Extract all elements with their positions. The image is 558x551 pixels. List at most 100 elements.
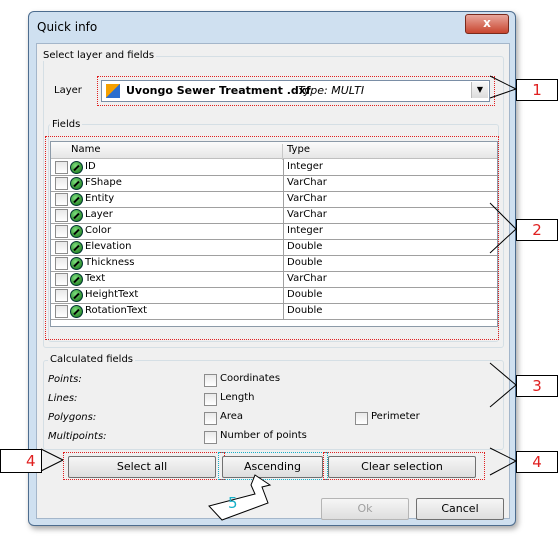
table-row[interactable]: Text VarChar — [51, 271, 497, 288]
field-icon — [70, 161, 83, 174]
field-type: Double — [287, 241, 323, 252]
field-icon — [70, 225, 83, 238]
window-title: Quick info — [37, 20, 98, 34]
close-button[interactable]: x — [465, 14, 509, 34]
column-header-type: Type — [287, 144, 310, 155]
field-icon — [70, 209, 83, 222]
layer-label: Layer — [54, 85, 82, 96]
field-icon — [70, 289, 83, 302]
dialog-client: Select layer and fields Layer Uvongo Sew… — [36, 43, 510, 520]
column-separator — [283, 287, 284, 303]
field-name: FShape — [85, 177, 122, 188]
field-icon — [70, 193, 83, 206]
field-type: VarChar — [287, 273, 327, 284]
column-separator — [283, 271, 284, 287]
column-separator — [283, 303, 284, 319]
column-header-name: Name — [71, 144, 101, 155]
row-checkbox[interactable] — [55, 209, 68, 222]
table-row[interactable]: ID Integer — [51, 159, 497, 176]
row-checkbox[interactable] — [55, 177, 68, 190]
fields-label: Fields — [50, 119, 83, 130]
cancel-button[interactable]: Cancel — [416, 498, 504, 520]
coordinates-label: Coordinates — [220, 373, 281, 384]
field-type: Integer — [287, 161, 323, 172]
field-type: Integer — [287, 225, 323, 236]
dxf-file-icon — [106, 84, 120, 98]
callout-2: 2 — [516, 219, 558, 241]
length-label: Length — [220, 392, 255, 403]
perimeter-label: Perimeter — [371, 411, 420, 422]
field-name: Layer — [85, 209, 113, 220]
callout-1: 1 — [516, 79, 558, 101]
callout-4-right: 4 — [516, 451, 558, 473]
table-row[interactable]: Layer VarChar — [51, 207, 497, 224]
table-row[interactable]: FShape VarChar — [51, 175, 497, 192]
field-icon — [70, 257, 83, 270]
table-row[interactable]: RotationText Double — [51, 303, 497, 320]
chevron-down-icon[interactable]: ▼ — [471, 82, 488, 98]
column-separator — [283, 207, 284, 223]
row-checkbox[interactable] — [55, 161, 68, 174]
field-name: Text — [85, 273, 106, 284]
column-separator — [283, 191, 284, 207]
field-type: VarChar — [287, 177, 327, 188]
coordinates-checkbox[interactable] — [204, 374, 217, 387]
field-type: Double — [287, 257, 323, 268]
row-checkbox[interactable] — [55, 241, 68, 254]
field-name: Entity — [85, 193, 115, 204]
select-all-button[interactable]: Select all — [68, 456, 216, 478]
field-type: Double — [287, 305, 323, 316]
row-checkbox[interactable] — [55, 289, 68, 302]
select-layer-group-label: Select layer and fields — [41, 50, 157, 61]
points-label: Points: — [48, 374, 82, 385]
column-separator — [283, 223, 284, 239]
callout-5: 5 — [228, 494, 238, 512]
length-checkbox[interactable] — [204, 393, 217, 406]
quick-info-window: Quick info x Select layer and fields Lay… — [28, 11, 516, 526]
table-row[interactable]: Color Integer — [51, 223, 497, 240]
field-icon — [70, 305, 83, 318]
calculated-fields-label: Calculated fields — [48, 354, 136, 365]
callout-3: 3 — [516, 375, 558, 397]
callout-4-left: 4 — [0, 449, 42, 473]
area-label: Area — [220, 411, 244, 422]
row-checkbox[interactable] — [55, 257, 68, 270]
field-icon — [70, 241, 83, 254]
header-separator — [282, 144, 283, 160]
grid-header: Name Type — [51, 142, 497, 160]
field-name: Thickness — [85, 257, 135, 268]
clear-selection-button[interactable]: Clear selection — [328, 456, 476, 478]
number-of-points-checkbox[interactable] — [204, 431, 217, 444]
ok-button[interactable]: Ok — [321, 498, 409, 520]
table-row[interactable]: Elevation Double — [51, 239, 497, 256]
row-checkbox[interactable] — [55, 305, 68, 318]
column-separator — [283, 255, 284, 271]
table-row[interactable]: HeightText Double — [51, 287, 497, 304]
table-row[interactable]: Entity VarChar — [51, 191, 497, 208]
field-type: Double — [287, 289, 323, 300]
polygons-label: Polygons: — [48, 412, 97, 423]
field-icon — [70, 177, 83, 190]
column-separator — [283, 239, 284, 255]
layer-combobox[interactable]: Uvongo Sewer Treatment .dxf Type: MULTI … — [101, 80, 490, 102]
row-checkbox[interactable] — [55, 273, 68, 286]
ascending-button[interactable]: Ascending — [222, 456, 323, 478]
field-name: Elevation — [85, 241, 132, 252]
field-name: ID — [85, 161, 96, 172]
close-icon: x — [483, 16, 491, 30]
area-checkbox[interactable] — [204, 412, 217, 425]
row-checkbox[interactable] — [55, 193, 68, 206]
perimeter-checkbox[interactable] — [355, 412, 368, 425]
number-of-points-label: Number of points — [220, 430, 307, 441]
field-icon — [70, 273, 83, 286]
column-separator — [283, 175, 284, 191]
field-type: VarChar — [287, 193, 327, 204]
lines-label: Lines: — [48, 393, 78, 404]
field-type: VarChar — [287, 209, 327, 220]
table-row[interactable]: Thickness Double — [51, 255, 497, 272]
multipoints-label: Multipoints: — [48, 431, 107, 442]
column-separator — [283, 159, 284, 175]
row-checkbox[interactable] — [55, 225, 68, 238]
field-name: Color — [85, 225, 112, 236]
layer-type: Type: MULTI — [298, 84, 365, 97]
